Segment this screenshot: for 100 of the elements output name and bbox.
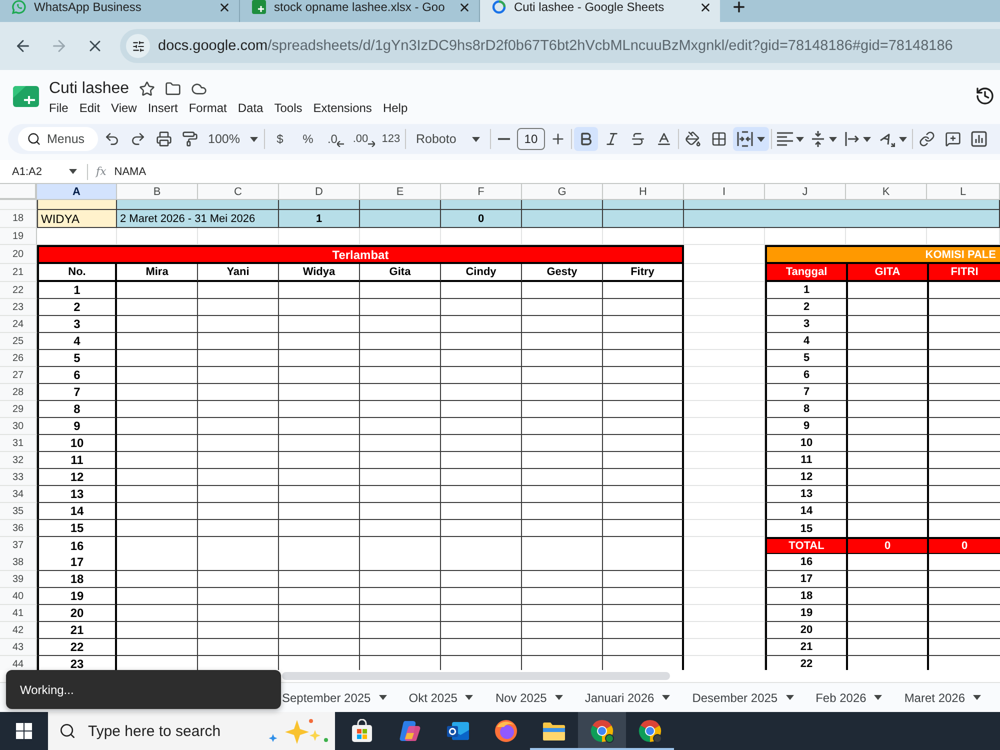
tilted-tiles-icon[interactable] [398, 719, 422, 743]
menu-search-field[interactable]: Menus [18, 127, 98, 151]
ring-dot-icon[interactable] [638, 719, 662, 743]
row-number[interactable]: 19 [0, 228, 37, 245]
folder-icon[interactable] [165, 81, 182, 97]
column-header[interactable]: J [765, 184, 846, 200]
row-number[interactable]: 22 [0, 282, 37, 299]
site-info-button[interactable] [126, 34, 150, 58]
row-number[interactable]: 36 [0, 520, 37, 537]
column-header[interactable]: B [117, 184, 198, 200]
row-number[interactable]: 28 [0, 384, 37, 401]
table-cell: 4 [37, 333, 117, 350]
menu-item[interactable]: Extensions [313, 101, 372, 115]
row-number[interactable]: 37 [0, 537, 37, 555]
row-number[interactable]: 43 [0, 639, 37, 656]
row-number[interactable]: 27 [0, 367, 37, 384]
row-number[interactable]: 44 [0, 656, 37, 670]
tilted-letter-arrow-icon [878, 131, 895, 147]
row-number[interactable]: 34 [0, 486, 37, 503]
table-cell: 23 [37, 656, 117, 670]
column-header[interactable]: I [684, 184, 765, 200]
sheet-tab[interactable]: Okt 2025 [400, 684, 482, 710]
column-header[interactable]: E [360, 184, 441, 200]
column-header[interactable]: F [441, 184, 522, 200]
flame-globe-icon[interactable] [494, 719, 518, 743]
row-number[interactable]: 24 [0, 316, 37, 333]
cloud-icon[interactable] [191, 81, 208, 97]
name-box[interactable]: A1:A2 [0, 160, 87, 182]
row-number[interactable]: 35 [0, 503, 37, 520]
row-number[interactable]: 20 [0, 245, 37, 264]
row-number[interactable]: 30 [0, 418, 37, 435]
row-number[interactable]: 39 [0, 571, 37, 588]
table-cell: 10 [37, 435, 117, 452]
shopping-bag-icon[interactable] [350, 719, 374, 743]
column-heading: Yani [198, 264, 279, 282]
chain-link-icon [918, 131, 935, 147]
table-cell: 2 [765, 299, 846, 316]
row-number[interactable]: 41 [0, 605, 37, 622]
table-cell: 3 [37, 316, 117, 333]
menu-item[interactable]: Tools [274, 101, 302, 115]
table-cell: 15 [37, 520, 117, 537]
sliders-icon [132, 40, 144, 52]
column-header[interactable]: A [37, 184, 117, 200]
sheet-tab[interactable]: Januari 2026 [576, 684, 678, 710]
close-icon[interactable] [458, 0, 471, 14]
sparkles-icon[interactable] [267, 718, 329, 744]
row-number[interactable]: 32 [0, 452, 37, 469]
merge-button[interactable] [732, 127, 769, 151]
sheet-tab[interactable]: Maret 2026 [896, 684, 990, 710]
font-size-field[interactable]: 10 [516, 128, 545, 150]
table-cell: 21 [765, 639, 846, 656]
envelope-icon[interactable] [446, 719, 470, 743]
row-number[interactable]: 29 [0, 401, 37, 418]
close-icon[interactable] [699, 0, 712, 14]
address-bar[interactable]: docs.google.com/spreadsheets/d/1gYn3IzDC9hs8rD2f0b67T6bt2hVcbMLncuuBzMxgnkl/edit?gid=78148186#gid=78148186 [120, 29, 1000, 63]
row-number[interactable]: 31 [0, 435, 37, 452]
row-number[interactable]: 40 [0, 588, 37, 605]
menu-item[interactable]: Data [238, 101, 264, 115]
row-number[interactable]: 42 [0, 622, 37, 639]
ring-dot-icon[interactable] [590, 719, 614, 743]
menu-item[interactable]: Format [188, 101, 227, 115]
increase-decimal-button[interactable]: .00 [350, 127, 377, 151]
decrease-decimal-button[interactable]: .0 [322, 127, 349, 151]
close-icon[interactable] [218, 0, 231, 14]
column-header[interactable]: L [927, 184, 1000, 200]
column-header[interactable]: D [279, 184, 360, 200]
row-number[interactable]: 38 [0, 554, 37, 571]
column-header[interactable]: K [846, 184, 927, 200]
menu-item[interactable]: File [49, 101, 68, 115]
star-icon[interactable] [139, 81, 156, 97]
number-format-button[interactable]: 123 [378, 127, 403, 151]
row-number[interactable]: 33 [0, 469, 37, 486]
row-number[interactable]: 21 [0, 264, 37, 282]
number-format-button[interactable]: $ [266, 127, 293, 151]
row-number[interactable]: 18 [0, 210, 37, 228]
menu-item[interactable]: Insert [148, 101, 178, 115]
spreadsheet-logo-icon[interactable] [13, 86, 39, 107]
taskbar-search-field[interactable]: Type here to search [48, 712, 335, 750]
menu-item[interactable]: Edit [79, 101, 100, 115]
arrow-from-line-icon [844, 132, 859, 146]
zoom-dropdown[interactable]: 100% [204, 127, 262, 151]
sheet-tab[interactable]: Desember 2025 [684, 684, 802, 710]
menu-item[interactable]: View [111, 101, 137, 115]
menu-item[interactable]: Help [382, 101, 408, 115]
row-number[interactable]: 25 [0, 333, 37, 350]
sheet-tab[interactable]: Nov 2025 [487, 684, 571, 710]
sheet-tab[interactable]: Feb 2026 [808, 684, 890, 710]
column-header[interactable]: H [603, 184, 684, 200]
bold-button[interactable] [574, 127, 598, 151]
number-format-button[interactable]: % [294, 127, 321, 151]
font-dropdown[interactable]: Roboto [408, 127, 488, 151]
row-number[interactable]: 26 [0, 350, 37, 367]
column-header[interactable]: C [198, 184, 279, 200]
scrollbar-thumb[interactable] [282, 672, 670, 680]
document-title[interactable]: Cuti lashee [49, 80, 130, 98]
column-header[interactable]: G [522, 184, 603, 200]
row-number[interactable]: 23 [0, 299, 37, 316]
browser-tab[interactable]: Cuti lashee - Google Sheets [480, 0, 720, 22]
caret-icon [796, 136, 804, 142]
version-history-button[interactable] [974, 85, 996, 107]
